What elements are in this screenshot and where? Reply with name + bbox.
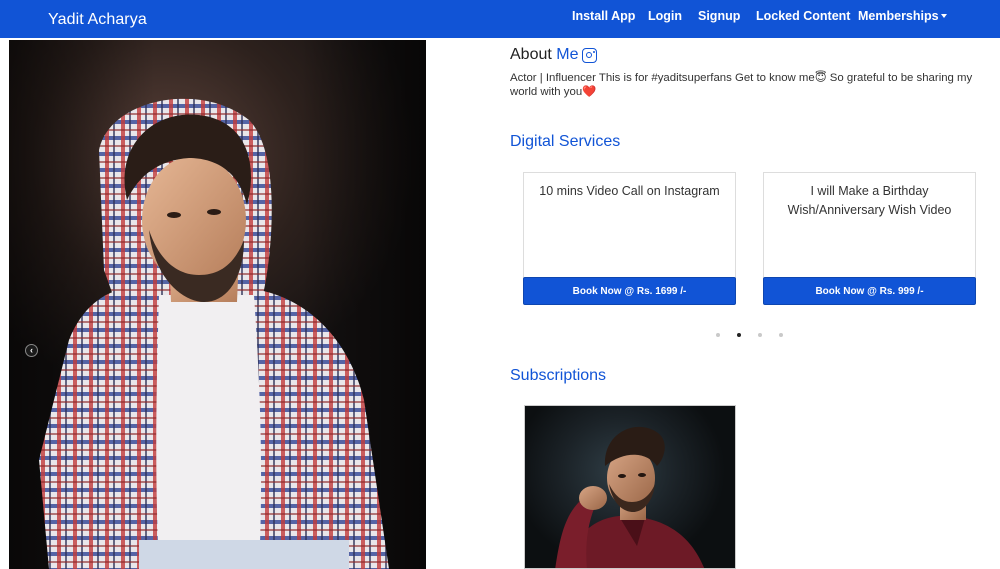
nav-locked-content[interactable]: Locked Content [756,9,850,23]
book-now-button[interactable]: Book Now @ Rs. 1699 /- [523,277,736,305]
book-now-button[interactable]: Book Now @ Rs. 999 /- [763,277,976,305]
about-heading-prefix: About [510,46,552,63]
nav-login[interactable]: Login [648,9,682,23]
hero-person-illustration [39,98,389,569]
caret-down-icon [940,14,947,18]
brand-name[interactable]: Yadit Acharya [48,11,147,29]
carousel-dot[interactable] [758,333,762,337]
bio-text: Actor | Influencer This is for #yaditsup… [510,71,996,99]
nav-memberships-label: Memberships [858,9,939,23]
carousel-prev-arrow-icon[interactable]: ‹ [25,344,38,357]
nav-memberships-dropdown[interactable]: Memberships [858,9,947,23]
carousel-dot[interactable] [716,333,720,337]
nav-install-app[interactable]: Install App [572,9,635,23]
carousel-dot-active[interactable] [737,333,741,337]
instagram-icon[interactable] [582,48,597,63]
subscriptions-title: Subscriptions [510,367,607,384]
top-navbar: Yadit Acharya Install App Login Signup L… [0,0,1000,38]
bio-line-1: Actor | Influencer This is for #yaditsup… [510,72,973,84]
about-me-heading: About Me [510,46,579,64]
digital-services-title: Digital Services [510,133,621,150]
carousel-dot[interactable] [779,333,783,337]
service-card: 10 mins Video Call on Instagram Book Now… [523,172,736,305]
subscription-image[interactable] [524,405,736,569]
nav-signup[interactable]: Signup [698,9,740,23]
service-card-description: I will Make a Birthday Wish/Anniversary … [787,184,952,217]
subscription-person-illustration [555,426,705,568]
bio-line-2: world with you❤️ [510,86,597,98]
about-heading-highlight: Me [556,46,579,63]
service-card-description: 10 mins Video Call on Instagram [539,184,720,198]
profile-hero-image: ‹ [9,40,426,569]
service-card: I will Make a Birthday Wish/Anniversary … [763,172,976,305]
